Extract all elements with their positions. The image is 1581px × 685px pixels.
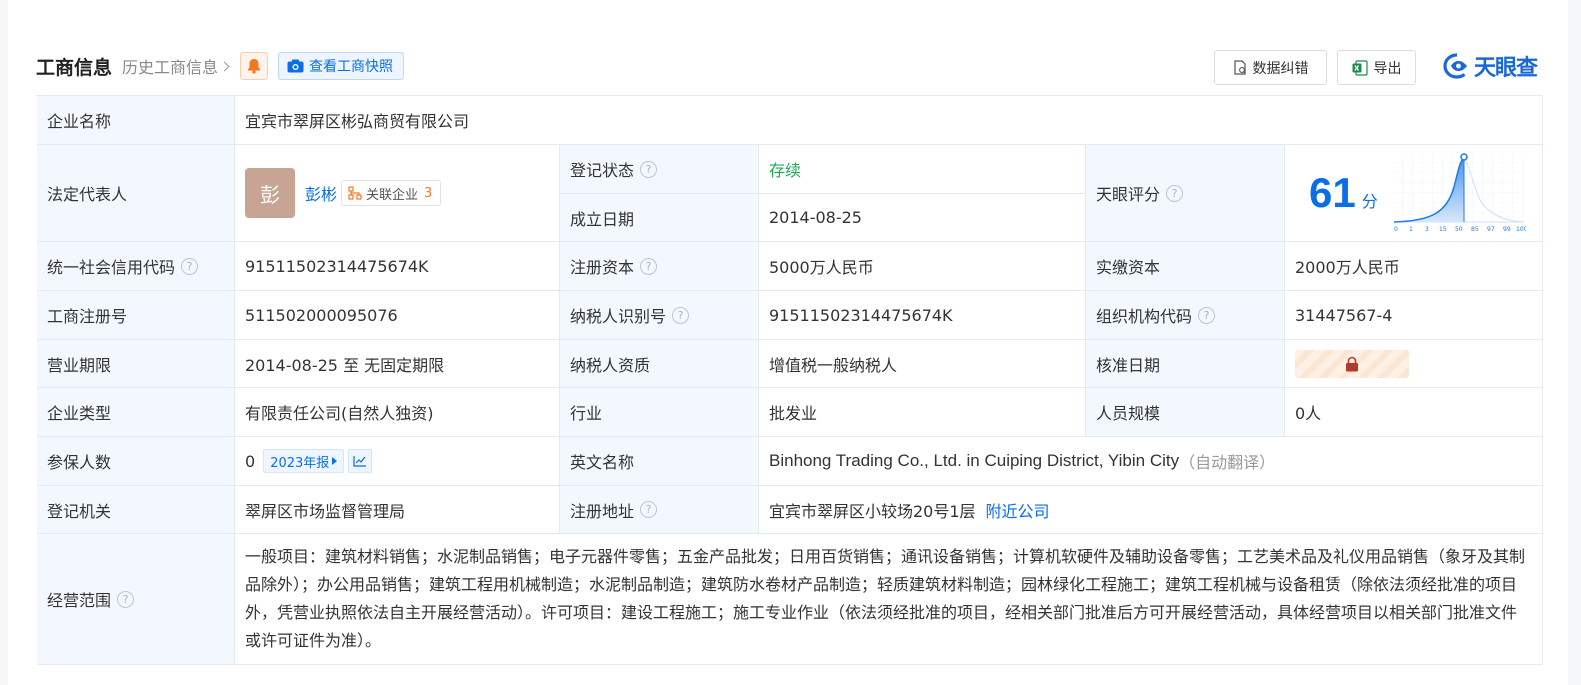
value-tianyan-score[interactable]: 61 分 0 1 3 15 50 85 97 99 100 [1285,145,1543,242]
label-reg-capital: 注册资本? [560,242,759,291]
value-insured: 0 2023年报 [235,437,560,486]
business-info-table: 企业名称 宜宾市翠屏区彬弘商贸有限公司 法定代表人 彭 彭彬 关联企业 3 登记状… [36,95,1543,665]
snapshot-button[interactable]: 查看工商快照 [278,52,405,80]
data-correction-label: 数据纠错 [1252,60,1309,77]
related-companies-label: 关联企业 [366,187,419,203]
value-credit-code: 91511502314475674K [235,242,560,291]
axis-tick: 50 [1455,226,1463,233]
insured-count: 0 [245,451,256,471]
score-unit: 分 [1361,192,1378,211]
value-business-term: 2014-08-25 至 无固定期限 [235,340,560,388]
score-number: 61 [1309,169,1356,216]
help-icon[interactable]: ? [1166,184,1184,202]
camera-icon [287,59,304,73]
annual-report-tag[interactable]: 2023年报 [263,449,345,473]
label-insured: 参保人数 [37,437,235,486]
help-icon[interactable]: ? [640,501,658,518]
line-chart-icon [353,456,367,467]
related-companies-tag[interactable]: 关联企业 3 [341,180,442,206]
label-tianyan-score: 天眼评分? [1086,145,1285,242]
triangle-right-icon [332,457,338,465]
history-link[interactable]: 历史工商信息 [122,54,230,78]
chevron-right-icon [219,61,230,71]
value-taxpayer-qual: 增值税一般纳税人 [759,340,1086,388]
section-header: 工商信息 历史工商信息 查看工商快照 [36,50,405,82]
tianyancha-logo: 天眼查 [1443,50,1538,82]
value-industry: 批发业 [759,388,1086,437]
eye-logo-icon [1443,53,1467,79]
data-correction-button[interactable]: 数据纠错 [1214,50,1327,85]
value-legal-rep: 彭 彭彬 关联企业 3 [235,145,560,242]
label-legal-rep: 法定代表人 [37,145,235,242]
axis-tick: 3 [1425,226,1429,233]
label-approval-date: 核准日期 [1086,340,1285,388]
label-reg-status: 登记状态? [560,145,759,194]
label-taxpayer-qual: 纳税人资质 [560,340,759,388]
export-button[interactable]: 导出 [1337,50,1416,85]
axis-tick: 1 [1409,226,1413,233]
value-reg-capital: 5000万人民币 [759,242,1086,291]
auto-translate-note: （自动翻译） [1179,453,1276,472]
label-industry: 行业 [560,388,759,437]
help-icon[interactable]: ? [117,590,135,608]
label-taxpayer-id: 纳税人识别号? [560,291,759,340]
label-established: 成立日期 [560,194,759,242]
value-approval-date [1285,340,1543,388]
monitor-bell-button[interactable] [240,52,269,80]
value-business-scope: 一般项目：建筑材料销售；水泥制品销售；电子元器件零售；五金产品批发；日用百货销售… [235,534,1543,665]
help-icon[interactable]: ? [181,257,199,275]
label-business-term: 营业期限 [37,340,235,388]
business-info-card: 工商信息 历史工商信息 查看工商快照 数据纠错 导出 天眼查 企业名称 宜宾市翠… [8,0,1568,685]
legal-rep-name-link[interactable]: 彭彬 [305,181,337,205]
nearby-companies-link[interactable]: 附近公司 [986,498,1050,522]
label-credit-code: 统一社会信用代码? [37,242,235,291]
help-icon[interactable]: ? [672,306,690,324]
excel-icon [1352,59,1368,76]
snapshot-button-label: 查看工商快照 [309,59,394,75]
value-established: 2014-08-25 [759,194,1086,242]
score-distribution-chart: 0 1 3 15 50 85 97 99 100 [1393,153,1526,233]
logo-text: 天眼查 [1474,56,1538,81]
axis-tick: 99 [1503,226,1511,233]
axis-tick: 97 [1487,226,1495,233]
value-reg-authority: 翠屏区市场监督管理局 [235,486,560,534]
lock-icon [1346,356,1358,371]
bell-icon [248,59,261,74]
label-reg-number: 工商注册号 [37,291,235,340]
label-paid-capital: 实缴资本 [1086,242,1285,291]
locked-value[interactable] [1295,349,1409,378]
axis-tick: 15 [1439,226,1447,233]
value-reg-address: 宜宾市翠屏区小较场20号1层 附近公司 [759,486,1543,534]
axis-tick: 100 [1516,226,1526,233]
label-business-scope: 经营范围? [37,534,235,665]
label-reg-address: 注册地址? [560,486,759,534]
value-staff-size: 0人 [1285,388,1543,437]
avatar[interactable]: 彭 [245,168,295,218]
help-icon[interactable]: ? [640,257,658,275]
value-org-code: 31447567-4 [1285,291,1543,340]
related-companies-count: 3 [424,185,433,201]
label-english-name: 英文名称 [560,437,759,486]
section-title: 工商信息 [36,56,113,79]
document-check-icon [1233,60,1246,75]
value-paid-capital: 2000万人民币 [1285,242,1543,291]
label-staff-size: 人员规模 [1086,388,1285,437]
label-company-name: 企业名称 [37,96,235,145]
help-icon[interactable]: ? [640,160,658,178]
value-taxpayer-id: 91511502314475674K [759,291,1086,340]
label-company-type: 企业类型 [37,388,235,437]
value-company-type: 有限责任公司(自然人独资) [235,388,560,437]
value-company-name: 宜宾市翠屏区彬弘商贸有限公司 [235,96,1543,145]
value-reg-number: 511502000095076 [235,291,560,340]
org-tree-icon [348,186,362,200]
axis-tick: 0 [1394,226,1398,233]
label-reg-authority: 登记机关 [37,486,235,534]
label-org-code: 组织机构代码? [1086,291,1285,340]
export-label: 导出 [1373,60,1402,77]
trend-chart-button[interactable] [348,449,373,473]
axis-tick: 85 [1471,226,1479,233]
value-english-name: Binhong Trading Co., Ltd. in Cuiping Dis… [759,437,1543,486]
help-icon[interactable]: ? [1198,306,1216,324]
value-reg-status: 存续 [759,145,1086,194]
